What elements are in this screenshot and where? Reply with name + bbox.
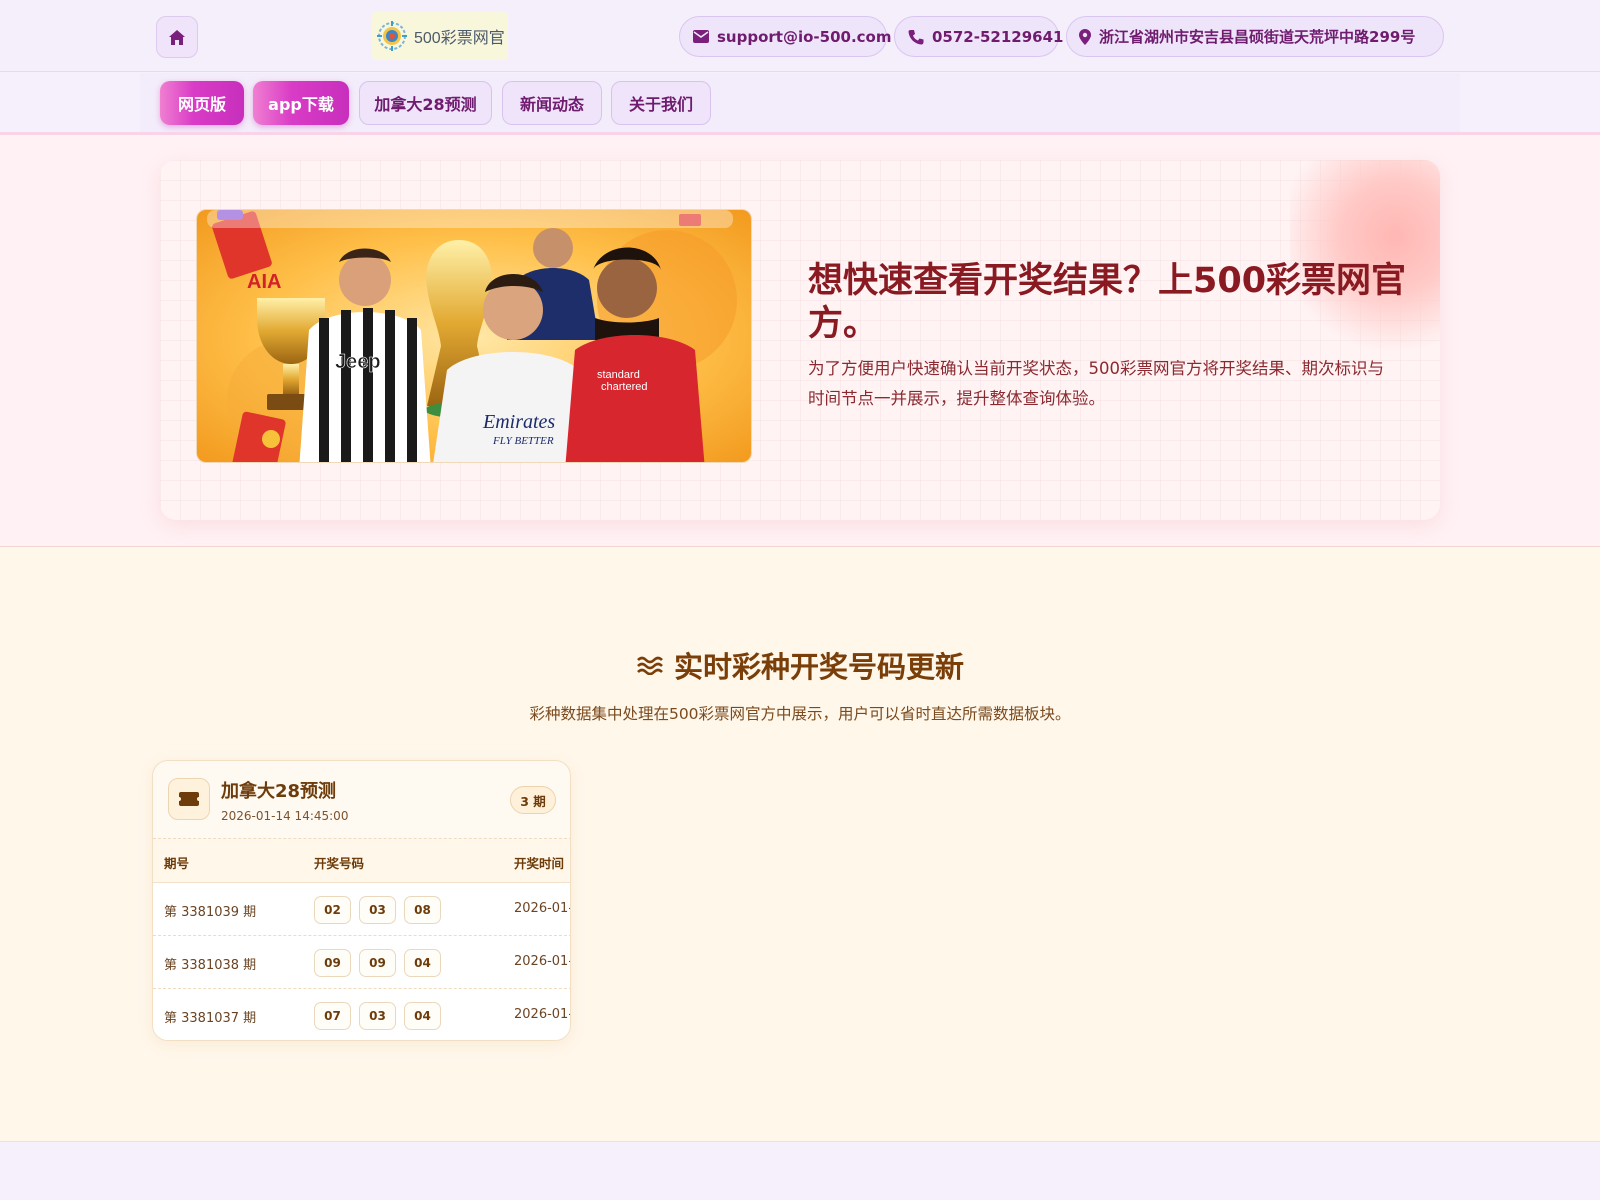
- email-contact[interactable]: support@io-500.com: [679, 16, 891, 57]
- table-row[interactable]: 第 3381039 期 02 03 08 2026-01-: [153, 883, 571, 936]
- footer-band: [0, 1142, 1600, 1200]
- phone-text: 0572-52129641: [932, 27, 1064, 46]
- lottery-card[interactable]: 加拿大28预测 2026-01-14 14:45:00 3 期 期号 开奖号码 …: [152, 760, 571, 1041]
- svg-text:Emirates: Emirates: [482, 411, 555, 433]
- row-issue: 第 3381037 期: [164, 1011, 257, 1026]
- nav-item-news[interactable]: 新闻动态: [502, 81, 602, 125]
- home-icon: [169, 29, 185, 45]
- hero-banner-image: Jeep AIA Emirates FLY BETTER standard ch…: [196, 209, 752, 463]
- lottery-time: 2026-01-14 14:45:00: [221, 809, 349, 823]
- nav-item-web[interactable]: 网页版: [160, 81, 244, 125]
- phone-icon: [908, 29, 924, 44]
- section-title: 实时彩种开奖号码更新: [0, 645, 1600, 685]
- nav-item-canada28[interactable]: 加拿大28预测: [359, 81, 492, 125]
- main-nav: 网页版 app下载 加拿大28预测 新闻动态 关于我们: [140, 73, 1460, 133]
- hero-card: Jeep AIA Emirates FLY BETTER standard ch…: [160, 160, 1440, 520]
- hero-illustration: Jeep AIA Emirates FLY BETTER standard ch…: [197, 210, 751, 462]
- number-ball: 09: [359, 949, 396, 977]
- row-draw-time: 2026-01-: [514, 1007, 571, 1022]
- nav-item-app-download[interactable]: app下载: [253, 81, 349, 125]
- table-header: 期号 开奖号码 开奖时间: [153, 839, 570, 883]
- number-ball: 04: [404, 1002, 441, 1030]
- row-draw-time: 2026-01-: [514, 954, 571, 969]
- svg-text:AIA: AIA: [247, 271, 281, 293]
- section-subtitle: 彩种数据集中处理在500彩票网官方中展示，用户可以省时直达所需数据板块。: [529, 705, 1071, 723]
- svg-text:Jeep: Jeep: [335, 351, 381, 373]
- section-title-text: 实时彩种开奖号码更新: [673, 650, 964, 684]
- address-contact[interactable]: 浙江省湖州市安吉县昌硕街道天荒坪中路299号: [1066, 16, 1444, 57]
- row-issue: 第 3381038 期: [164, 958, 257, 973]
- issue-count-badge: 3 期: [510, 786, 556, 814]
- hero-title: 想快速查看开奖结果？上500彩票网官方。: [808, 261, 1407, 344]
- svg-text:FLY BETTER: FLY BETTER: [492, 435, 554, 447]
- number-ball: 08: [404, 896, 441, 924]
- hero-description: 为了方便用户快速确认当前开奖状态，500彩票网官方将开奖结果、期次标识与时间节点…: [808, 359, 1384, 408]
- header-numbers: 开奖号码: [314, 856, 365, 871]
- top-header: 500彩票网官 support@io-500.com 0572-52129641…: [0, 0, 1600, 72]
- number-ball: 09: [314, 949, 351, 977]
- number-ball: 07: [314, 1002, 351, 1030]
- number-ball: 04: [404, 949, 441, 977]
- svg-text:standard: standard: [597, 369, 640, 381]
- email-text: support@io-500.com: [717, 27, 892, 46]
- lottery-name: 加拿大28预测: [221, 781, 337, 802]
- address-text: 浙江省湖州市安吉县昌硕街道天荒坪中路299号: [1099, 28, 1416, 46]
- results-table: 期号 开奖号码 开奖时间 第 3381039 期 02 03 08 2026-0…: [153, 838, 571, 1040]
- phone-contact[interactable]: 0572-52129641: [894, 16, 1063, 57]
- site-logo[interactable]: 500彩票网官: [372, 12, 508, 60]
- svg-text:chartered: chartered: [601, 381, 647, 393]
- table-row[interactable]: 第 3381037 期 07 03 04 2026-01-: [153, 989, 571, 1040]
- number-ball: 03: [359, 1002, 396, 1030]
- header-time: 开奖时间: [514, 856, 565, 871]
- location-pin-icon: [1079, 28, 1091, 45]
- header-issue: 期号: [164, 856, 190, 871]
- home-button[interactable]: [156, 16, 198, 58]
- row-issue: 第 3381039 期: [164, 905, 257, 920]
- waves-icon: [637, 656, 663, 675]
- logo-text: 500彩票网官: [414, 30, 505, 47]
- number-ball: 03: [359, 896, 396, 924]
- ticket-icon: [168, 778, 210, 820]
- table-row[interactable]: 第 3381038 期 09 09 04 2026-01-: [153, 936, 571, 989]
- row-draw-time: 2026-01-: [514, 901, 571, 916]
- number-ball: 02: [314, 896, 351, 924]
- envelope-icon: [693, 30, 709, 43]
- nav-item-about[interactable]: 关于我们: [611, 81, 711, 125]
- logo-icon: [377, 21, 407, 51]
